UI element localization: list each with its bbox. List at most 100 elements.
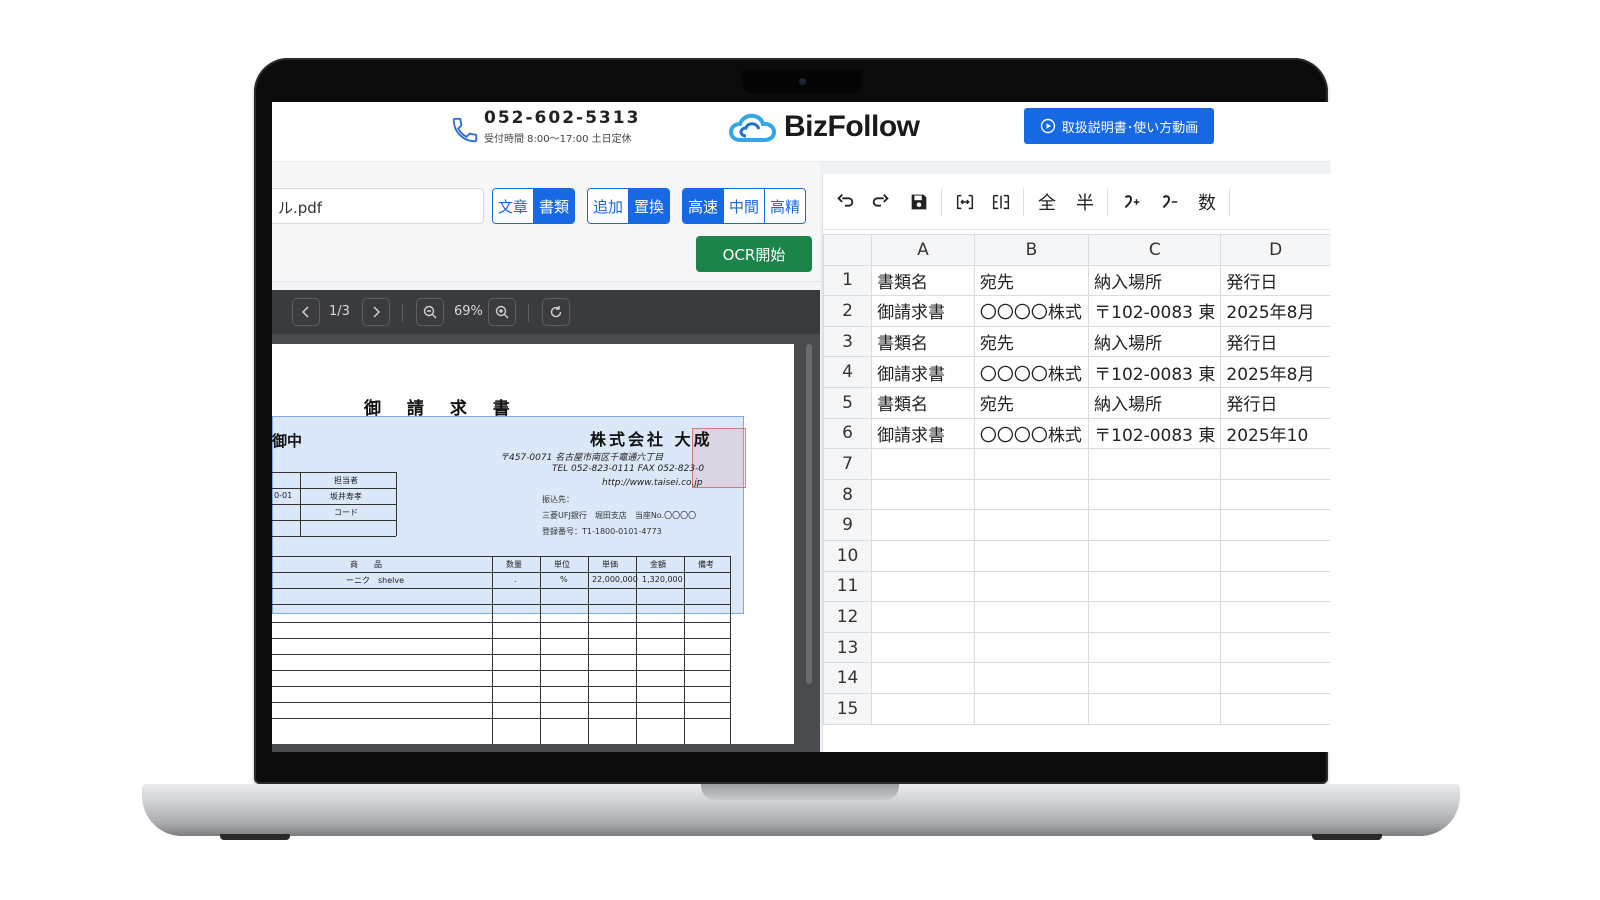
spreadsheet-cell[interactable] [973,539,1090,572]
spreadsheet-cell[interactable] [973,662,1090,694]
spreadsheet-cell[interactable]: 2025年8月 [1220,356,1330,388]
row-header[interactable]: 13 [822,631,873,664]
spreadsheet-cell[interactable]: 〒102-0083 東 [1088,417,1222,450]
spreadsheet-cell[interactable] [1088,570,1222,603]
spreadsheet-cell[interactable] [1220,539,1330,572]
manual-video-button[interactable]: 取扱説明書･使い方動画 [1024,108,1214,144]
full-width-button[interactable]: 全 [1033,188,1061,216]
speed-medium-button[interactable]: 中間 [723,189,765,223]
remove-comma-button[interactable] [1155,188,1183,216]
spreadsheet-cell[interactable] [1220,509,1330,541]
split-cells-button[interactable] [987,188,1015,216]
spreadsheet-cell[interactable] [973,570,1090,603]
row-header[interactable]: 15 [822,692,873,725]
spreadsheet-cell[interactable]: 〒102-0083 東 [1088,295,1222,327]
column-header-a[interactable]: A [871,234,975,266]
row-header[interactable]: 3 [822,325,873,358]
spreadsheet-cell[interactable] [1220,570,1330,603]
prev-page-button[interactable] [292,298,320,326]
spreadsheet-cell[interactable]: 納入場所 [1088,264,1222,297]
spreadsheet-cell[interactable] [973,631,1090,664]
row-header[interactable]: 7 [822,448,873,480]
merge-cells-button[interactable] [951,188,979,216]
spreadsheet-cell[interactable]: 宛先 [973,325,1090,358]
rotate-button[interactable] [542,298,570,326]
spreadsheet-cell[interactable] [1088,509,1222,541]
save-button[interactable] [905,188,933,216]
spreadsheet-cell[interactable] [973,509,1090,541]
spreadsheet-cell[interactable] [871,662,975,694]
spreadsheet-cell[interactable] [1088,478,1222,511]
spreadsheet-cell[interactable] [1088,631,1222,664]
add-comma-button[interactable] [1117,188,1145,216]
row-header[interactable]: 5 [822,386,873,419]
spreadsheet-cell[interactable]: 宛先 [973,264,1090,297]
column-header-d[interactable]: D [1220,234,1330,266]
spreadsheet-cell[interactable]: 書類名 [871,386,975,419]
spreadsheet-cell[interactable]: 発行日 [1220,386,1330,419]
spreadsheet-cell[interactable] [1220,448,1330,480]
spreadsheet-cell[interactable] [1220,478,1330,511]
speed-fast-button[interactable]: 高速 [683,189,724,223]
spreadsheet-cell[interactable]: 〒102-0083 東 [1088,356,1222,388]
column-header-b[interactable]: B [973,234,1090,266]
spreadsheet-cell[interactable] [1088,539,1222,572]
spreadsheet-cell[interactable] [1088,662,1222,694]
spreadsheet-cell[interactable] [871,692,975,725]
spreadsheet-cell[interactable]: 2025年10 [1220,417,1330,450]
half-width-button[interactable]: 半 [1071,188,1099,216]
row-header[interactable]: 4 [822,356,873,388]
speed-precise-button[interactable]: 高精 [764,189,806,223]
row-header[interactable]: 12 [822,601,873,633]
write-append-button[interactable]: 追加 [588,189,629,223]
row-header[interactable]: 14 [822,662,873,694]
row-header[interactable]: 10 [822,539,873,572]
write-replace-button[interactable]: 置換 [628,189,670,223]
spreadsheet-cell[interactable]: 発行日 [1220,325,1330,358]
spreadsheet-cell[interactable]: 〇〇〇〇株式 [973,417,1090,450]
spreadsheet-cell[interactable] [1088,448,1222,480]
spreadsheet-cell[interactable]: 納入場所 [1088,386,1222,419]
spreadsheet-cell[interactable] [871,539,975,572]
zoom-out-button[interactable] [416,298,444,326]
spreadsheet-cell[interactable] [1220,601,1330,633]
spreadsheet-cell[interactable] [871,478,975,511]
spreadsheet-cell[interactable] [871,631,975,664]
column-header-c[interactable]: C [1088,234,1222,266]
spreadsheet-cell[interactable]: 書類名 [871,264,975,297]
spreadsheet-cell[interactable]: 〇〇〇〇株式 [973,295,1090,327]
spreadsheet-cell[interactable]: 2025年8月 [1220,295,1330,327]
spreadsheet-cell[interactable]: 宛先 [973,386,1090,419]
undo-button[interactable] [831,188,859,216]
file-name-field[interactable]: ル.pdf [272,188,484,224]
spreadsheet-cell[interactable]: 〇〇〇〇株式 [973,356,1090,388]
spreadsheet-cell[interactable] [1088,601,1222,633]
mode-document-button[interactable]: 書類 [533,189,575,223]
spreadsheet-cell[interactable]: 書類名 [871,325,975,358]
spreadsheet-cell[interactable]: 御請求書 [871,295,975,327]
spreadsheet-cell[interactable] [871,601,975,633]
row-header[interactable]: 11 [822,570,873,603]
spreadsheet-cell[interactable]: 御請求書 [871,417,975,450]
spreadsheet-cell[interactable] [973,601,1090,633]
spreadsheet-cell[interactable] [871,448,975,480]
zoom-in-button[interactable] [488,298,516,326]
spreadsheet-cell[interactable] [1220,692,1330,725]
spreadsheet-cell[interactable] [1220,662,1330,694]
number-format-button[interactable]: 数 [1193,188,1221,216]
spreadsheet-cell[interactable]: 発行日 [1220,264,1330,297]
ocr-start-button[interactable]: OCR開始 [696,236,812,272]
row-header[interactable]: 9 [822,509,873,541]
spreadsheet-cell[interactable] [973,478,1090,511]
spreadsheet-cell[interactable] [973,692,1090,725]
redo-button[interactable] [867,188,895,216]
spreadsheet-cell[interactable] [973,448,1090,480]
spreadsheet-cell[interactable] [1220,631,1330,664]
next-page-button[interactable] [362,298,390,326]
row-header[interactable]: 1 [822,264,873,297]
mode-text-button[interactable]: 文章 [493,189,534,223]
spreadsheet-cell[interactable] [871,509,975,541]
spreadsheet-cell[interactable]: 納入場所 [1088,325,1222,358]
spreadsheet-cell[interactable]: 御請求書 [871,356,975,388]
row-header[interactable]: 8 [822,478,873,511]
